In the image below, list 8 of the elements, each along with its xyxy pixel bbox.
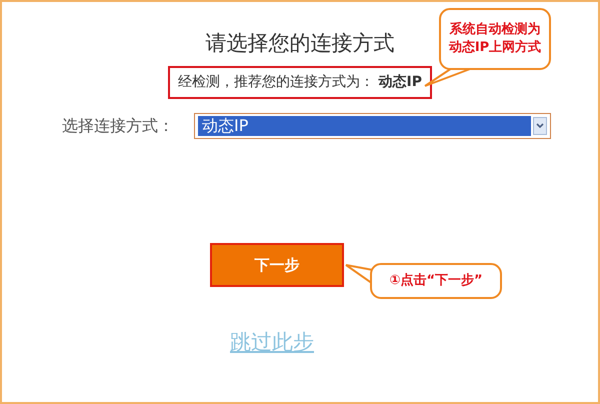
- callout-text: 系统自动检测为 动态IP上网方式: [448, 21, 542, 57]
- callout-text: ①点击“下一步”: [388, 272, 484, 290]
- field-label: 选择连接方式：: [62, 115, 174, 137]
- next-button[interactable]: 下一步: [210, 243, 344, 287]
- page-title: 请选择您的连接方式: [206, 30, 394, 57]
- skip-link[interactable]: 跳过此步: [230, 327, 314, 358]
- detection-text: 经检测，推荐您的连接方式为： 动态IP: [168, 66, 432, 99]
- connection-select[interactable]: 动态IP: [194, 113, 551, 139]
